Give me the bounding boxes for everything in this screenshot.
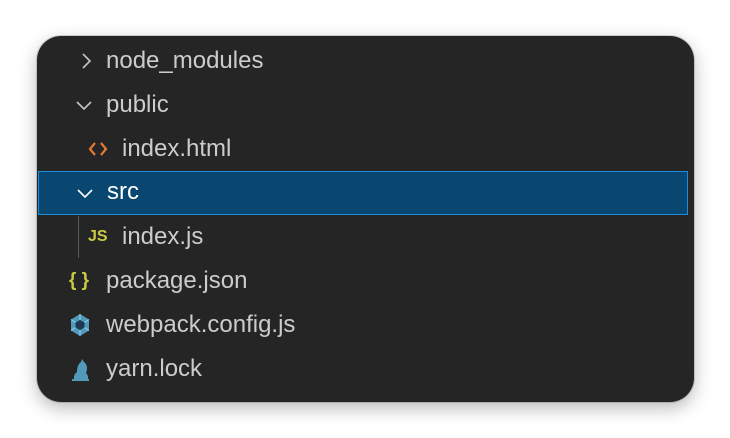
tree-item-label: index.html	[122, 135, 232, 162]
tree-item-package-json[interactable]: { } package.json	[37, 259, 694, 303]
tree-item-src[interactable]: src	[38, 171, 688, 215]
chevron-down-icon[interactable]	[74, 172, 98, 216]
tree-item-node-modules[interactable]: node_modules	[37, 39, 694, 83]
tree-item-webpack-config[interactable]: webpack.config.js	[37, 303, 694, 347]
chevron-down-icon[interactable]	[73, 83, 97, 127]
tree-item-label: node_modules	[106, 47, 264, 74]
tree-item-index-html[interactable]: index.html	[37, 127, 694, 171]
yarn-icon	[69, 347, 91, 391]
tree-item-label: public	[106, 91, 169, 118]
tree-item-label: package.json	[106, 267, 248, 294]
tree-item-label: webpack.config.js	[106, 311, 296, 338]
tree-item-label: src	[107, 178, 139, 205]
html-icon	[87, 127, 109, 171]
json-icon: { }	[69, 270, 90, 291]
tree-item-public[interactable]: public	[37, 83, 694, 127]
chevron-right-icon[interactable]	[75, 39, 99, 83]
tree-item-yarn-lock[interactable]: yarn.lock	[37, 347, 694, 391]
tree-item-label: yarn.lock	[106, 355, 203, 382]
webpack-icon	[69, 303, 91, 347]
tree-item-index-js[interactable]: JS index.js	[37, 215, 694, 259]
js-icon: JS	[88, 228, 108, 245]
file-explorer-panel: node_modules public index.html src JS in…	[37, 36, 694, 402]
tree-item-label: index.js	[122, 223, 204, 250]
